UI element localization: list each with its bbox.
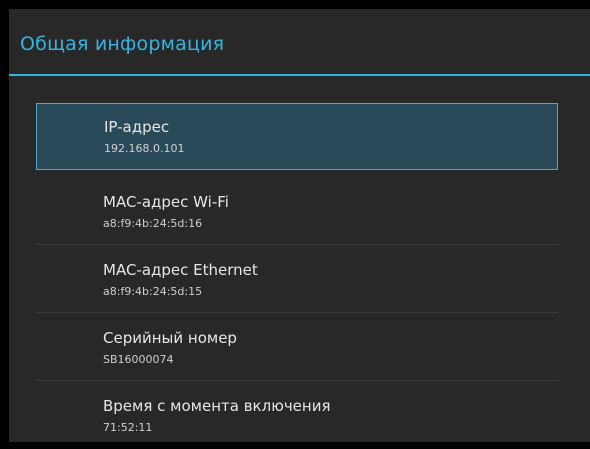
item-title: IP-адрес (104, 118, 170, 136)
screen: Общая информация IP-адрес 192.168.0.101 … (0, 0, 590, 442)
item-title: MAC-адрес Wi-Fi (103, 193, 229, 211)
item-value: 192.168.0.101 (104, 142, 185, 155)
list-divider (36, 244, 558, 245)
list-item-ethernet-mac[interactable]: MAC-адрес Ethernet a8:f9:4b:24:5d:15 (36, 246, 558, 313)
list-divider (36, 312, 558, 313)
item-value: SB16000074 (103, 353, 174, 366)
list-item-serial-number[interactable]: Серийный номер SB16000074 (36, 314, 558, 381)
item-value: a8:f9:4b:24:5d:15 (103, 285, 203, 298)
title-divider (9, 74, 590, 76)
list-item-ip-address[interactable]: IP-адрес 192.168.0.101 (36, 103, 558, 170)
item-title: Время с момента включения (103, 397, 331, 415)
item-value: 71:52:11 (103, 421, 153, 434)
list-item-uptime[interactable]: Время с момента включения 71:52:11 (36, 382, 558, 449)
list-divider (36, 380, 558, 381)
item-value: a8:f9:4b:24:5d:16 (103, 217, 203, 230)
info-list: IP-адрес 192.168.0.101 MAC-адрес Wi-Fi a… (36, 103, 558, 434)
dialog-title: Общая информация (20, 33, 225, 55)
item-title: MAC-адрес Ethernet (103, 261, 258, 279)
item-title: Серийный номер (103, 329, 237, 347)
list-item-wifi-mac[interactable]: MAC-адрес Wi-Fi a8:f9:4b:24:5d:16 (36, 178, 558, 245)
